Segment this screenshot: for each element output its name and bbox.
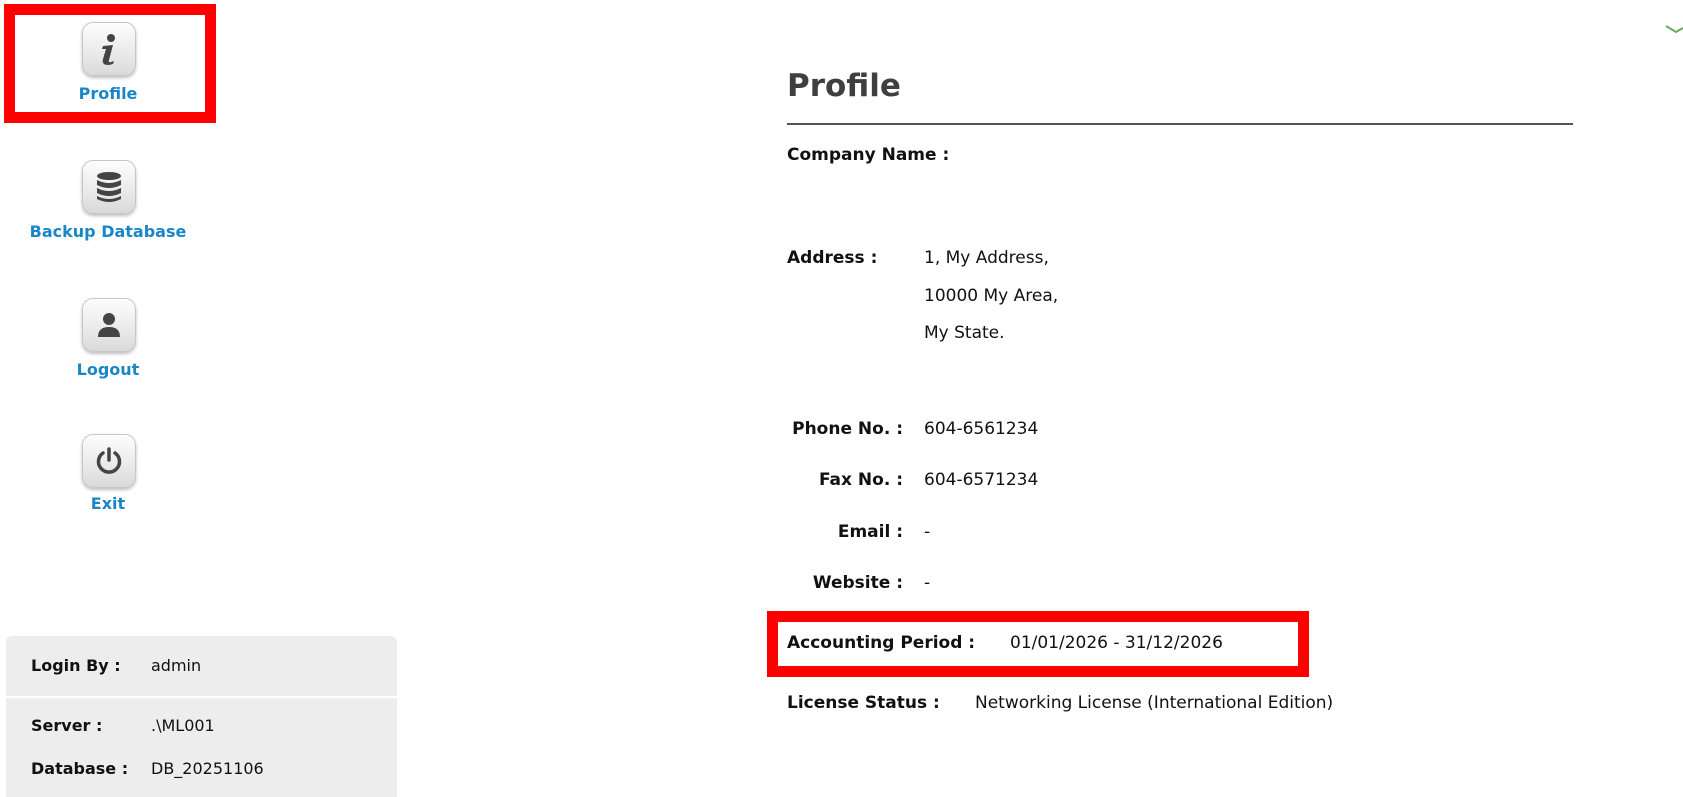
user-icon <box>82 298 136 352</box>
corner-arrow-icon <box>1666 25 1683 34</box>
phone-label: Phone No. : <box>792 419 903 439</box>
nav-exit[interactable]: Exit <box>0 428 216 528</box>
nav-profile-label: Profile <box>78 84 138 103</box>
nav-logout[interactable]: Logout <box>0 290 216 390</box>
email-value: - <box>924 522 931 542</box>
page: Profile Backup Database Logout Exit Logi… <box>0 0 1683 797</box>
power-icon <box>82 434 136 488</box>
database-icon <box>82 160 136 214</box>
company-name-label: Company Name : <box>787 145 950 165</box>
database-label: Database : <box>31 759 129 778</box>
nav-exit-label: Exit <box>90 494 126 513</box>
page-title: Profile <box>787 68 901 104</box>
address-label: Address : <box>787 248 878 268</box>
info-divider <box>6 696 397 698</box>
license-status-label: License Status : <box>787 693 940 713</box>
fax-value: 604-6571234 <box>924 470 1039 490</box>
nav-backup-database-label: Backup Database <box>29 222 187 241</box>
address-line-3: My State. <box>924 323 1005 343</box>
login-by-value: admin <box>151 656 202 675</box>
nav-logout-label: Logout <box>76 360 140 379</box>
info-icon <box>82 22 136 76</box>
server-label: Server : <box>31 716 103 735</box>
database-value: DB_20251106 <box>151 759 264 778</box>
website-label: Website : <box>812 573 903 593</box>
nav-profile[interactable]: Profile <box>0 0 216 115</box>
address-line-2: 10000 My Area, <box>924 286 1059 306</box>
login-by-label: Login By : <box>31 656 121 675</box>
phone-value: 604-6561234 <box>924 419 1039 439</box>
server-value: .\ML001 <box>151 716 215 735</box>
license-status-value: Networking License (International Editio… <box>975 693 1334 713</box>
accounting-period-value: 01/01/2026 - 31/12/2026 <box>1010 633 1223 653</box>
fax-label: Fax No. : <box>818 470 903 490</box>
address-line-1: 1, My Address, <box>924 248 1049 268</box>
nav-backup-database[interactable]: Backup Database <box>0 150 216 250</box>
session-info-panel: Login By : admin Server : .\ML001 Databa… <box>6 636 397 797</box>
accounting-period-label: Accounting Period : <box>787 633 976 653</box>
website-value: - <box>924 573 931 593</box>
email-label: Email : <box>837 522 903 542</box>
title-divider <box>787 123 1573 125</box>
